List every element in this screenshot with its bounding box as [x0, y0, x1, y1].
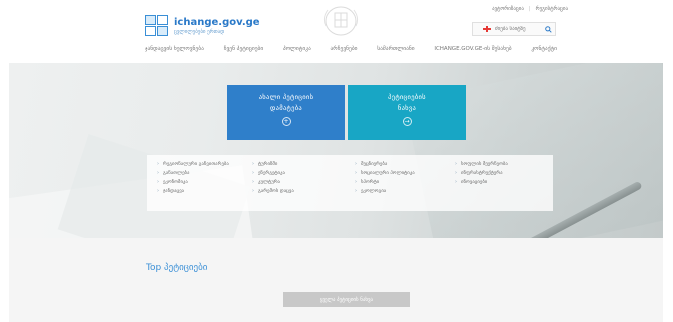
category-label: ტურიზმი [258, 161, 278, 167]
top-petitions-title: Top პეტიციები [146, 263, 208, 273]
category-empty-cell [455, 188, 545, 194]
tile-label-line1: ახალი პეტიციის [258, 93, 314, 101]
chevron-right-icon: › [157, 179, 159, 185]
chevron-right-icon: › [157, 188, 159, 194]
logo-subtitle: ცვლილებები ერთად [174, 28, 225, 35]
nav-item[interactable]: ჩვენ პეტიციები [224, 46, 264, 52]
chevron-right-icon: › [252, 188, 254, 194]
chevron-right-icon: › [455, 179, 457, 185]
chevron-right-icon: › [455, 170, 457, 176]
logo-grid-icon [145, 15, 169, 37]
category-link[interactable]: › სოფლის მეურნეობა [455, 161, 545, 167]
category-link[interactable]: › ინფრასტრუქტურა [455, 170, 545, 176]
chevron-right-icon: › [252, 170, 254, 176]
nav-item[interactable]: ICHANGE.GOV.GE-ის შესახებ [434, 46, 511, 52]
category-link[interactable]: › გარემოს დაცვა [252, 188, 355, 194]
nav-item[interactable]: პოლიტიკა [283, 46, 311, 52]
category-label: ეკონომიკა [163, 179, 188, 185]
chevron-right-icon: › [157, 170, 159, 176]
category-label: სოციალური პოლიტიკა [361, 170, 415, 176]
search-input[interactable] [495, 26, 541, 32]
category-label: რეგიონალური განვითარება [163, 161, 229, 167]
search-box [472, 22, 556, 36]
category-label: კულტურა [258, 179, 280, 185]
site-logo[interactable]: ichange.gov.ge ცვლილებები ერთად [145, 15, 260, 37]
view-all-petitions-button[interactable]: ყველა პეტიციის ნახვა [283, 292, 410, 307]
categories-panel: › რეგიონალური განვითარება › ტურიზმი › მეცნიერ… [147, 155, 553, 211]
top-petitions-section [9, 238, 663, 322]
category-link[interactable]: › ტურიზმი [252, 161, 355, 167]
register-link[interactable]: რეგისტრაცია [536, 6, 568, 12]
tile-label-line2: დამატება [270, 104, 302, 112]
category-label: განათლება [163, 170, 190, 176]
main-nav: ჯანდაცვის ხელოვნება ჩვენ პეტიციები პოლიტ… [145, 46, 557, 52]
chevron-right-icon: › [355, 170, 357, 176]
chevron-right-icon: › [252, 179, 254, 185]
chevron-right-icon: › [455, 161, 457, 167]
chevron-right-icon: › [355, 188, 357, 194]
category-label: სოფლის მეურნეობა [461, 161, 508, 167]
category-label: ჯანდაცვა [163, 188, 185, 194]
coat-of-arms-icon [323, 6, 359, 36]
category-link[interactable]: › ეკონომიკა [157, 179, 252, 185]
category-link[interactable]: › ეკოლოგია [355, 188, 455, 194]
tile-label-line2: ნახვა [397, 104, 417, 112]
login-link[interactable]: ავტორიზაცია [492, 6, 524, 12]
georgian-flag-icon [483, 26, 491, 32]
category-link[interactable]: › განათლება [157, 170, 252, 176]
category-link[interactable]: › სპორტი [355, 179, 455, 185]
category-link[interactable]: › ინოვაციები [455, 179, 545, 185]
category-link[interactable]: › სოციალური პოლიტიკა [355, 170, 455, 176]
hero-banner: ახალი პეტიციის დამატება + პეტიციების ნახ… [9, 63, 663, 238]
top-links: ავტორიზაცია | რეგისტრაცია [492, 6, 568, 12]
nav-item[interactable]: ჯანდაცვის ხელოვნება [145, 46, 204, 52]
category-link[interactable]: › რეგიონალური განვითარება [157, 161, 252, 167]
new-petition-tile[interactable]: ახალი პეტიციის დამატება + [227, 85, 345, 140]
top-links-separator: | [528, 6, 531, 12]
plus-circle-icon: + [281, 117, 291, 126]
category-link[interactable]: › მეცნიერება [355, 161, 455, 167]
logo-title: ichange.gov.ge [174, 16, 260, 28]
category-link[interactable]: › ჯანდაცვა [157, 188, 252, 194]
chevron-right-icon: › [157, 161, 159, 167]
chevron-right-icon: › [355, 161, 357, 167]
category-label: ინოვაციები [461, 179, 488, 185]
category-label: ინფრასტრუქტურა [461, 170, 503, 176]
tile-label-line1: პეტიციების [388, 93, 426, 101]
view-petitions-tile[interactable]: პეტიციების ნახვა → [348, 85, 466, 140]
arrow-circle-icon: → [402, 117, 412, 126]
category-label: ეკოლოგია [361, 188, 387, 194]
category-label: მეცნიერება [361, 161, 388, 167]
header: ichange.gov.ge ცვლილებები ერთად ავტორიზა… [0, 0, 673, 63]
chevron-right-icon: › [252, 161, 254, 167]
chevron-right-icon: › [355, 179, 357, 185]
search-button[interactable] [541, 23, 555, 35]
category-label: ენერგეტიკა [258, 170, 285, 176]
category-label: გარემოს დაცვა [258, 188, 294, 194]
category-label: სპორტი [361, 179, 380, 185]
nav-item[interactable]: არჩევნები [331, 46, 358, 52]
search-icon [544, 25, 552, 33]
nav-item[interactable]: სამართლიანი [377, 46, 414, 52]
category-link[interactable]: › კულტურა [252, 179, 355, 185]
category-link[interactable]: › ენერგეტიკა [252, 170, 355, 176]
nav-item[interactable]: კონტაქტი [531, 46, 557, 52]
